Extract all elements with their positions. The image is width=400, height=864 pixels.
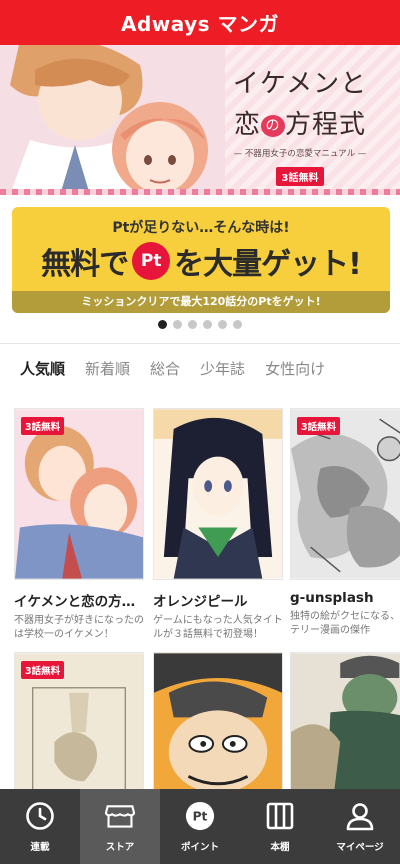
- hero-banner[interactable]: イケメンと 恋の方程式 — 不器用女子の恋愛マニュアル — 3話無料: [0, 45, 400, 195]
- sort-tabs: 人気順 新着順 総合 少年誌 女性向け: [20, 358, 325, 380]
- clock-icon: [25, 801, 55, 831]
- user-icon: [345, 801, 375, 831]
- nav-label: マイページ: [336, 841, 384, 853]
- hero-subtitle: — 不器用女子の恋愛マニュアル —: [233, 149, 367, 159]
- nav-label: 連載: [30, 841, 50, 853]
- comic-title: イケメンと恋の方程式: [14, 594, 144, 610]
- carousel-dots: [0, 320, 400, 332]
- tab-womens[interactable]: 女性向け: [265, 358, 325, 380]
- promo-text: を大量ゲット!: [174, 247, 362, 282]
- hero-title-line1: イケメンと: [232, 69, 368, 99]
- app-title: Adways マンガ: [120, 12, 280, 36]
- free-badge: 3話無料: [297, 417, 341, 435]
- comic-cover: [153, 408, 283, 580]
- carousel-dot[interactable]: [203, 320, 212, 329]
- comic-card[interactable]: オレンジピール ゲームにもなった人気タイトルが３話無料で初登場！: [153, 408, 283, 642]
- hero-title-block: イケメンと 恋の方程式 — 不器用女子の恋愛マニュアル — 3話無料: [205, 63, 395, 191]
- nav-label: ポイント: [180, 841, 219, 853]
- hero-title-part: 方程式: [285, 110, 367, 140]
- comic-title: g-unsplash: [290, 590, 374, 606]
- hero-stripe: [0, 189, 400, 195]
- hero-illustration: [0, 45, 225, 195]
- tab-new[interactable]: 新着順: [85, 358, 130, 380]
- carousel-dot[interactable]: [233, 320, 242, 329]
- nav-mypage[interactable]: マイページ: [320, 789, 400, 864]
- comic-title: オレンジピール: [153, 594, 248, 610]
- comic-cover: 3話無料: [290, 408, 400, 580]
- carousel-dot[interactable]: [188, 320, 197, 329]
- comic-description: 不器用女子が好きになったのは学校一のイケメン！: [14, 615, 144, 640]
- carousel-dot[interactable]: [218, 320, 227, 329]
- nav-store[interactable]: ストア: [80, 789, 160, 864]
- nav-label: ストア: [105, 841, 135, 853]
- carousel-dot[interactable]: [173, 320, 182, 329]
- pt-icon: Pt: [132, 242, 171, 280]
- promo-mission-text: ミッションクリアで最大120話分のPtをゲット!: [12, 291, 390, 313]
- store-icon: [105, 801, 135, 831]
- nav-serial[interactable]: 連載: [0, 789, 80, 864]
- hero-free-badge: 3話無料: [275, 167, 325, 186]
- promo-top: Ptが足りない…そんな時は! 無料で Pt を大量ゲット!: [12, 207, 390, 291]
- promo-line2: 無料で Pt を大量ゲット!: [12, 239, 390, 283]
- tab-shonen[interactable]: 少年誌: [200, 358, 245, 380]
- pt-icon: Pt: [185, 801, 215, 831]
- promo-text: 無料で: [41, 247, 129, 282]
- nav-points[interactable]: Pt ポイント: [160, 789, 240, 864]
- svg-text:Pt: Pt: [193, 809, 208, 823]
- comic-description: ゲームにもなった人気タイトルが３話無料で初登場！: [153, 615, 283, 640]
- comic-card[interactable]: 3話無料 イケメンと恋の方程式 不器用女子が好きになったのは学校一のイケメン！: [14, 408, 144, 642]
- free-badge: 3話無料: [21, 417, 65, 435]
- comic-cover: 3話無料: [14, 408, 144, 580]
- comic-card[interactable]: 3話無料 g-unsplash 独特の絵がクセになる、ミステリー漫画の傑作: [290, 408, 400, 638]
- heart-icon: の: [261, 115, 285, 137]
- hero-title-line2: 恋の方程式: [205, 104, 395, 141]
- hero-title-part: 恋: [233, 110, 261, 140]
- bottom-nav: 連載 ストア Pt ポイント 本棚 マイページ: [0, 789, 400, 864]
- nav-bookshelf[interactable]: 本棚: [240, 789, 320, 864]
- divider: [0, 343, 400, 344]
- comic-description: 独特の絵がクセになる、ミステリー漫画の傑作: [290, 611, 400, 636]
- cover-illustration: [154, 409, 282, 579]
- free-badge: 3話無料: [21, 661, 65, 679]
- carousel-dot[interactable]: [158, 320, 167, 329]
- app-header: Adways マンガ: [0, 0, 400, 45]
- points-promo-banner[interactable]: Ptが足りない…そんな時は! 無料で Pt を大量ゲット! ミッションクリアで最…: [12, 207, 390, 313]
- nav-label: 本棚: [270, 841, 290, 853]
- bookshelf-icon: [265, 801, 295, 831]
- tab-popular[interactable]: 人気順: [20, 358, 65, 380]
- tab-overall[interactable]: 総合: [150, 358, 180, 380]
- promo-line1: Ptが足りない…そんな時は!: [112, 220, 290, 236]
